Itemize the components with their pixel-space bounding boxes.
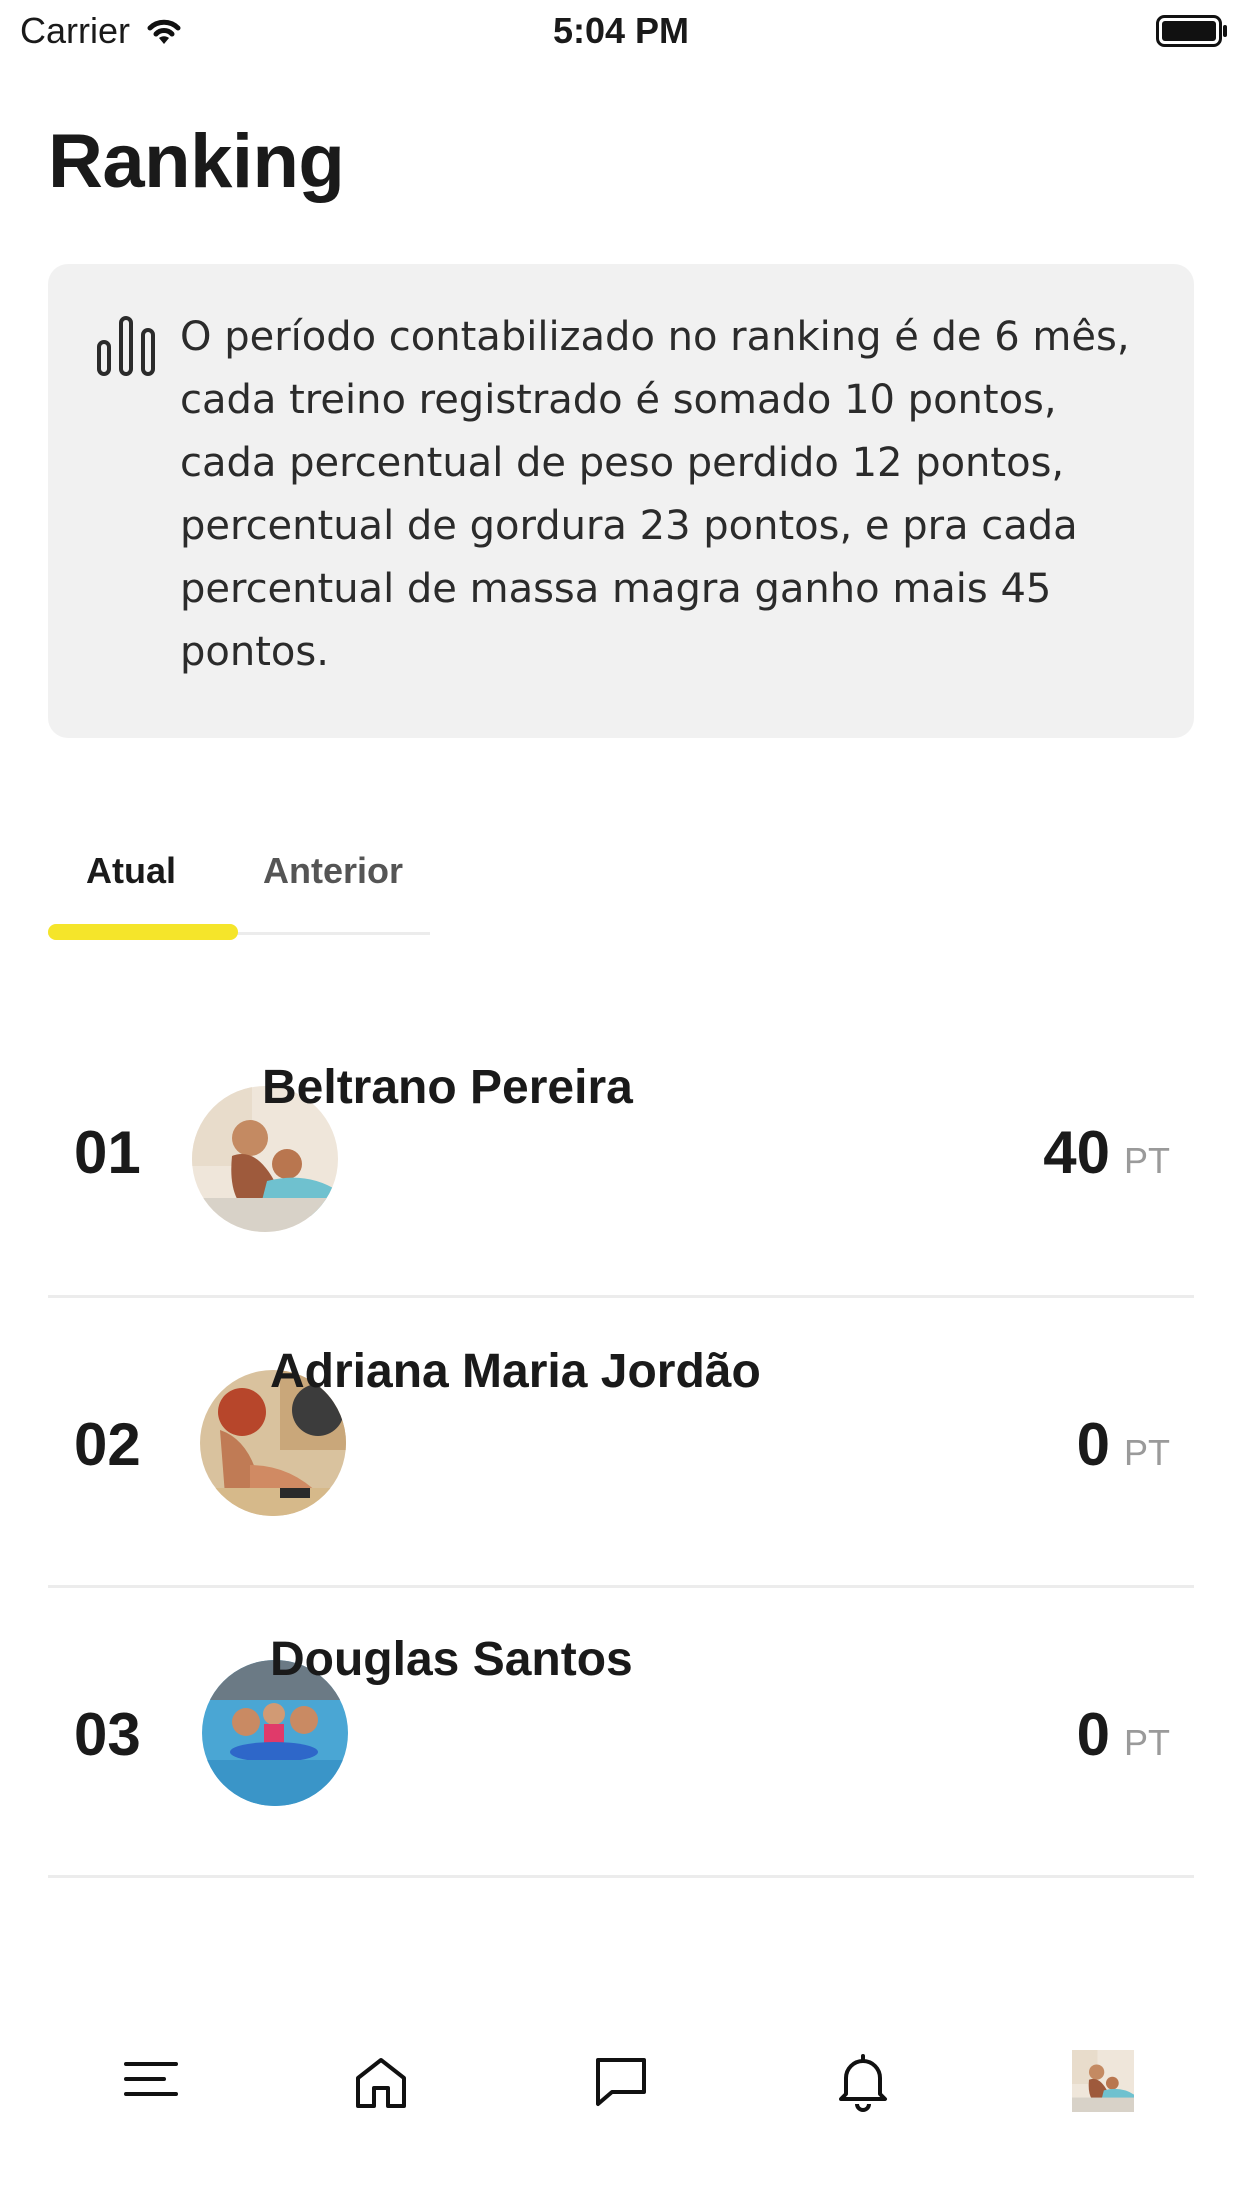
menu-icon bbox=[124, 2062, 178, 2096]
ranking-row[interactable]: 01 Beltrano Pereira 40 PT bbox=[48, 1008, 1194, 1298]
points-value: 0 bbox=[1076, 1411, 1110, 1478]
home-icon bbox=[356, 2058, 406, 2108]
points-value: 0 bbox=[1076, 1701, 1110, 1768]
points: 40 PT bbox=[1043, 1118, 1170, 1187]
ranking-row[interactable]: 03 Douglas Santos 0 PT bbox=[48, 1588, 1194, 1878]
menu-button[interactable] bbox=[120, 2048, 182, 2110]
tab-anterior[interactable]: Anterior bbox=[263, 850, 403, 892]
tabs: Atual Anterior bbox=[48, 850, 430, 940]
ranking-row[interactable]: 02 Adriana Maria Jordão 0 PT bbox=[48, 1298, 1194, 1588]
profile-avatar[interactable] bbox=[1042, 2020, 1164, 2142]
bar-chart-icon bbox=[97, 316, 155, 376]
points-unit: PT bbox=[1123, 1722, 1170, 1763]
participant-name: Beltrano Pereira bbox=[262, 1061, 633, 1114]
chat-button[interactable] bbox=[590, 2050, 652, 2112]
points-unit: PT bbox=[1123, 1432, 1170, 1473]
info-text: O período contabilizado no ranking é de … bbox=[180, 314, 1130, 675]
rank-position: 03 bbox=[74, 1701, 141, 1768]
info-card: O período contabilizado no ranking é de … bbox=[48, 264, 1194, 738]
bottom-nav bbox=[0, 2010, 1242, 2150]
points: 0 PT bbox=[1077, 1410, 1170, 1479]
participant-name: Adriana Maria Jordão bbox=[270, 1345, 761, 1398]
notifications-button[interactable] bbox=[832, 2050, 894, 2112]
points-unit: PT bbox=[1123, 1140, 1170, 1181]
tab-atual[interactable]: Atual bbox=[86, 850, 176, 892]
rank-position: 02 bbox=[74, 1411, 141, 1478]
bell-icon bbox=[839, 2054, 887, 2112]
tab-active-indicator bbox=[48, 924, 238, 940]
home-button[interactable] bbox=[350, 2052, 412, 2114]
chat-icon bbox=[596, 2058, 646, 2106]
page-title: Ranking bbox=[48, 119, 345, 204]
participant-name: Douglas Santos bbox=[270, 1633, 633, 1686]
rank-position: 01 bbox=[74, 1119, 141, 1186]
battery-icon bbox=[1156, 15, 1227, 47]
status-bar: Carrier 5:04 PM bbox=[0, 0, 1242, 62]
status-time: 5:04 PM bbox=[552, 10, 690, 51]
points-value: 40 bbox=[1043, 1119, 1110, 1186]
points: 0 PT bbox=[1077, 1700, 1170, 1769]
